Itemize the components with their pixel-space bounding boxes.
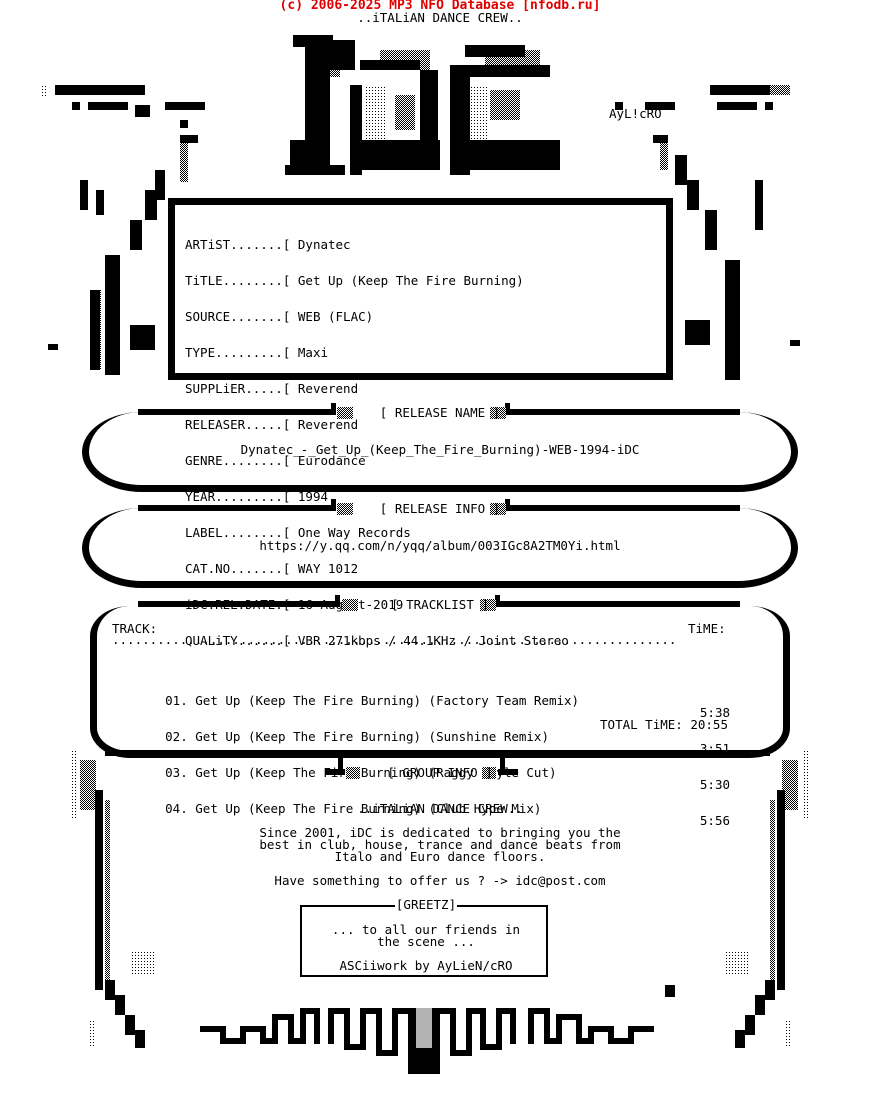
- detail-value: Dynatec: [297, 237, 351, 252]
- artist-signature: AyL!cRO: [609, 106, 662, 121]
- group-contact[interactable]: Have something to offer us ? -> idc@post…: [0, 874, 880, 887]
- release-name-value[interactable]: Dynatec_-_Get_Up_(Keep_The_Fire_Burning)…: [0, 443, 880, 456]
- detail-row-year: YEAR.........[ 1994: [185, 490, 569, 503]
- track-title: Get Up (Keep The Fire Burning) (Factory …: [195, 693, 580, 708]
- detail-label: SUPPLiER.....[: [185, 381, 291, 396]
- detail-row-artist: ARTiST.......[ Dynatec: [185, 237, 569, 252]
- greetz-title: [GREETZ]: [302, 897, 550, 912]
- logo-letter-i: [285, 35, 355, 175]
- detail-value: WEB (FLAC): [297, 309, 374, 324]
- logo-letter-d: [350, 50, 440, 175]
- greetz-title-text: [GREETZ]: [394, 897, 458, 912]
- detail-value: Get Up (Keep The Fire Burning): [297, 273, 524, 288]
- detail-label: ARTiST.......[: [185, 237, 291, 252]
- bottom-meander-ornament: [200, 985, 675, 1074]
- detail-row-type: TYPE.........[ Maxi: [185, 345, 569, 360]
- detail-value: Reverend: [297, 381, 359, 396]
- detail-label: TiTLE........[: [185, 273, 291, 288]
- greetz-line: the scene ...: [377, 934, 475, 949]
- detail-row-supplier: SUPPLiER.....[ Reverend: [185, 381, 569, 396]
- detail-label: TYPE.........[: [185, 345, 291, 360]
- detail-row-title: TiTLE........[ Get Up (Keep The Fire Bur…: [185, 273, 569, 288]
- group-tagline-top: ..iTALiAN DANCE CREW..: [357, 10, 523, 25]
- detail-label: SOURCE.......[: [185, 309, 291, 324]
- track-row[interactable]: 01. Get Up (Keep The Fire Burning) (Fact…: [120, 683, 730, 719]
- divider-bar: [138, 581, 740, 587]
- release-info-url[interactable]: https://y.qq.com/n/yqq/album/003IGc8A2TM…: [0, 539, 880, 552]
- idc-logo: [285, 35, 560, 175]
- group-description-line: Italo and Euro dance floors.: [334, 849, 546, 864]
- separator-dots: ........................................…: [112, 634, 677, 646]
- track-number: 01.: [165, 693, 188, 708]
- detail-row-source: SOURCE.......[ WEB (FLAC): [185, 309, 569, 324]
- greetz-box: [GREETZ] ... to all our friends in the s…: [300, 897, 548, 977]
- ascii-credit: ASCiiwork by AyLieN/cRO: [339, 958, 513, 973]
- logo-letter-c: [450, 45, 560, 175]
- group-tagline: ..iTALiAN DANCE CREW..: [357, 801, 523, 816]
- detail-value: Maxi: [297, 345, 328, 360]
- divider-bar: [138, 485, 740, 491]
